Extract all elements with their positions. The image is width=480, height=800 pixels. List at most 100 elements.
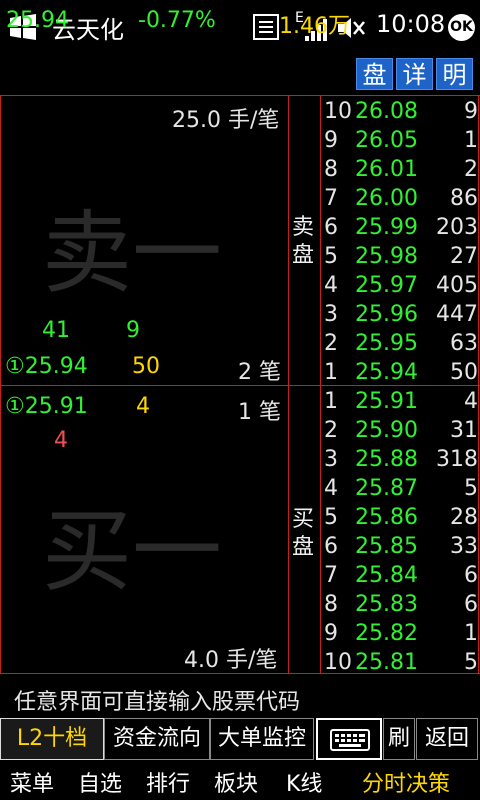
grid-line [288, 95, 289, 673]
sell-side-label: 卖 盘 [292, 215, 315, 268]
sell-trade-count: 2 笔 [238, 360, 281, 385]
sell-level-level: 10 [324, 99, 352, 124]
bottom-menu: 菜单 自选 排行 板块 K线 分时决策 [0, 762, 480, 800]
status-bar: 云天化 E 10:08 OK [0, 0, 480, 54]
buy-queue-item: 4 [54, 428, 68, 453]
sell-level-price: 26.00 [355, 186, 418, 211]
sell-level-row: 10 26.08 9 [322, 99, 480, 128]
sell-level-level: 4 [324, 273, 338, 298]
sell-level-price: 25.95 [355, 331, 418, 356]
buy-one-label: 买一 [42, 499, 222, 604]
menu-item-intraday[interactable]: 分时决策 [362, 766, 450, 798]
buy-level-price: 25.90 [355, 418, 418, 443]
grid-line [320, 95, 321, 673]
menu-item-ranking[interactable]: 排行 [146, 766, 190, 798]
input-panel-icon[interactable] [253, 14, 279, 40]
buy-level-level: 3 [324, 447, 338, 472]
buy-level-price: ①25.91 [5, 394, 88, 419]
ok-button[interactable]: OK [448, 14, 475, 41]
sell-level-level: 8 [324, 157, 338, 182]
buy-level-row: 2 25.90 31 [322, 418, 480, 447]
sell-level-price: 25.98 [355, 244, 418, 269]
buy-level-qty: 1 [464, 621, 478, 646]
sell-level-level: 9 [324, 128, 338, 153]
l2-ten-levels-button[interactable]: L2十档 [0, 718, 104, 760]
menu-item-kline[interactable]: K线 [286, 766, 322, 798]
menu-item-sectors[interactable]: 板块 [214, 766, 258, 798]
buy-trade-count: 1 笔 [238, 400, 281, 425]
sell-level-qty: 447 [436, 302, 478, 327]
sell-level-price: 25.96 [355, 302, 418, 327]
buy-level-qty: 6 [464, 592, 478, 617]
tab-detail[interactable]: 详 [396, 58, 433, 90]
buy-level-price: 25.86 [355, 505, 418, 530]
clock: 10:08 [376, 10, 446, 38]
sell-level-level: 3 [324, 302, 338, 327]
buy-level-row: 8 25.83 6 [322, 592, 480, 621]
buy-level-level: 9 [324, 621, 338, 646]
sell-level-qty: 1 [464, 128, 478, 153]
buy-level-qty: 318 [436, 447, 478, 472]
keyboard-icon [330, 729, 370, 751]
sell-level-price: 25.94 [355, 360, 418, 385]
sell-level-qty: 27 [450, 244, 478, 269]
buy-level-row: 1 25.91 4 [322, 389, 480, 418]
menu-item-menu[interactable]: 菜单 [10, 766, 54, 798]
sell-level-price: 26.08 [355, 99, 418, 124]
buy-level-row: 7 25.84 6 [322, 563, 480, 592]
sell-level-qty: 50 [132, 354, 160, 379]
tab-ticks[interactable]: 明 [436, 58, 473, 90]
buy-level-price: 25.85 [355, 534, 418, 559]
sell-level-row: 4 25.97 405 [322, 273, 480, 302]
sell-level-row: 7 26.00 86 [322, 186, 480, 215]
sell-one-label: 卖一 [42, 201, 222, 306]
sell-level-price: 25.99 [355, 215, 418, 240]
buy-level-price: 25.88 [355, 447, 418, 472]
keyboard-button[interactable] [316, 718, 382, 760]
buy-level-qty: 4 [464, 389, 478, 414]
sell-level-level: 1 [324, 360, 338, 385]
buy-level-level: 7 [324, 563, 338, 588]
sell-level-row: 8 26.01 2 [322, 157, 480, 186]
sell-level-qty: 405 [436, 273, 478, 298]
sell-level-row: 6 25.99 203 [322, 215, 480, 244]
sell-level-row: 5 25.98 27 [322, 244, 480, 273]
sell-level-level: 7 [324, 186, 338, 211]
buy-level-price: 25.84 [355, 563, 418, 588]
buy-level-price: 25.87 [355, 476, 418, 501]
buy-level-level: 1 [324, 389, 338, 414]
buy-per-trade: 4.0 手/笔 [184, 648, 278, 673]
capital-flow-button[interactable]: 资金流向 [104, 718, 210, 760]
volume: 1.46万 [279, 14, 350, 39]
sell-level-qty: 86 [450, 186, 478, 211]
sell-level-row: 9 26.05 1 [322, 128, 480, 157]
hint-text: 任意界面可直接输入股票代码 [14, 690, 301, 715]
buy-level-qty: 33 [450, 534, 478, 559]
sell-level-qty: 9 [464, 99, 478, 124]
buy-level-price: 25.81 [355, 650, 418, 675]
sell-level-level: 2 [324, 331, 338, 356]
buy-level-price: 25.82 [355, 621, 418, 646]
buy-level-price: 25.83 [355, 592, 418, 617]
refresh-button[interactable]: 刷 [383, 718, 415, 760]
sell-level-price: 25.97 [355, 273, 418, 298]
sell-level-level: 5 [324, 244, 338, 269]
buy-level-row: 4 25.87 5 [322, 476, 480, 505]
buy-level-level: 8 [324, 592, 338, 617]
back-button[interactable]: 返回 [416, 718, 478, 760]
buy-level-row: 9 25.82 1 [322, 621, 480, 650]
buy-level-level: 10 [324, 650, 352, 675]
big-order-monitor-button[interactable]: 大单监控 [210, 718, 314, 760]
menu-item-watchlist[interactable]: 自选 [78, 766, 122, 798]
sell-queue-item: 9 [126, 318, 140, 343]
sell-level-qty: 50 [450, 360, 478, 385]
current-price: 25.94 [6, 8, 69, 33]
buy-level-level: 4 [324, 476, 338, 501]
tab-pan[interactable]: 盘 [356, 58, 393, 90]
buy-level-level: 6 [324, 534, 338, 559]
sell-level-qty: 203 [436, 215, 478, 240]
sell-level-price: ①25.94 [5, 354, 88, 379]
buy-level-price: 25.91 [355, 389, 418, 414]
sell-level-row: 3 25.96 447 [322, 302, 480, 331]
buy-level-row: 3 25.88 318 [322, 447, 480, 476]
